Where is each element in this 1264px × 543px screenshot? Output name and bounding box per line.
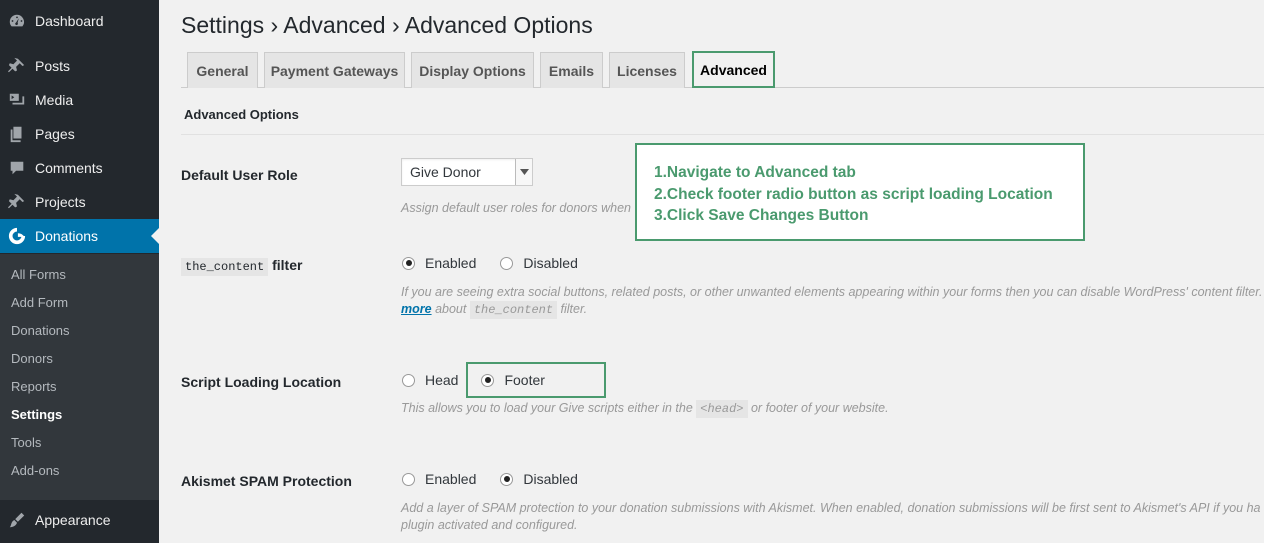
radio-label: Disabled	[523, 255, 578, 271]
akismet-description: Add a layer of SPAM protection to your d…	[401, 501, 1261, 515]
pin-icon	[8, 193, 26, 211]
radio-label: Disabled	[523, 471, 578, 487]
pages-icon	[8, 125, 26, 143]
akismet-description-2: plugin activated and configured.	[401, 518, 578, 532]
radio-label: Enabled	[425, 255, 477, 271]
script-location-head-radio[interactable]	[402, 373, 415, 387]
submenu-add-form[interactable]: Add Form	[11, 295, 68, 310]
submenu-tools[interactable]: Tools	[11, 435, 41, 450]
brush-icon	[8, 511, 26, 529]
submenu-reports[interactable]: Reports	[11, 379, 57, 394]
sidebar-item-comments[interactable]: Comments	[0, 151, 159, 185]
radio-label: Enabled	[425, 471, 477, 487]
desc-text: filter.	[560, 302, 588, 316]
donations-submenu: All Forms Add Form Donations Donors Repo…	[0, 254, 159, 500]
sidebar-item-appearance[interactable]: Appearance	[0, 503, 159, 537]
sidebar-item-dashboard[interactable]: Dashboard	[0, 4, 159, 38]
note-line-3: 3.Click Save Changes Button	[654, 207, 869, 224]
sidebar-item-label: Donations	[35, 228, 99, 244]
desc-text: This allows you to load your Give script…	[401, 401, 693, 415]
radio-label: Head	[425, 372, 459, 388]
dashboard-icon	[8, 12, 26, 30]
default-user-role-select[interactable]: Give Donor	[401, 158, 533, 186]
submenu-donors[interactable]: Donors	[11, 351, 53, 366]
script-location-description: This allows you to load your Give script…	[401, 400, 889, 418]
desc-text: or footer of your website.	[750, 401, 889, 415]
submenu-donations[interactable]: Donations	[11, 323, 70, 338]
sidebar-item-label: Projects	[35, 194, 86, 210]
sidebar-item-posts[interactable]: Posts	[0, 49, 159, 83]
sidebar-item-label: Media	[35, 92, 74, 108]
sidebar-item-label: Comments	[35, 160, 103, 176]
content-filter-disabled-radio[interactable]	[500, 256, 514, 270]
akismet-disabled-radio[interactable]	[500, 472, 514, 486]
default-user-role-description: Assign default user roles for donors whe…	[401, 201, 631, 215]
tab-licenses[interactable]: Licenses	[609, 52, 685, 88]
sidebar-item-media[interactable]: Media	[0, 83, 159, 117]
comments-icon	[8, 159, 26, 177]
tab-emails[interactable]: Emails	[540, 52, 603, 88]
read-more-link[interactable]: more	[401, 302, 432, 316]
section-divider	[181, 134, 1264, 135]
give-logo-icon	[8, 227, 26, 245]
sidebar-item-pages[interactable]: Pages	[0, 117, 159, 151]
select-value: Give Donor	[410, 164, 481, 180]
sidebar-item-projects[interactable]: Projects	[0, 185, 159, 219]
akismet-label: Akismet SPAM Protection	[181, 473, 352, 489]
desc-code: <head>	[696, 400, 748, 418]
instruction-note: 1.Navigate to Advanced tab 2.Check foote…	[635, 143, 1085, 241]
sidebar-item-donations[interactable]: Donations	[0, 219, 159, 253]
desc-code: the_content	[469, 301, 558, 319]
sidebar-item-label: Posts	[35, 58, 71, 74]
media-icon	[8, 91, 26, 109]
settings-tabs: General Payment Gateways Display Options…	[181, 51, 1264, 88]
tab-advanced[interactable]: Advanced	[692, 51, 775, 88]
chevron-down-icon	[515, 159, 532, 185]
section-title: Advanced Options	[184, 107, 299, 122]
akismet-radios: Enabled Disabled	[402, 471, 578, 487]
content-filter-radios: Enabled Disabled	[402, 255, 578, 271]
script-location-label: Script Loading Location	[181, 374, 342, 390]
tab-general[interactable]: General	[187, 52, 258, 88]
tab-display-options[interactable]: Display Options	[411, 52, 534, 88]
content-filter-description: If you are seeing extra social buttons, …	[401, 285, 1263, 299]
pin-icon	[8, 57, 26, 75]
sidebar-item-label: Appearance	[35, 512, 111, 528]
content-filter-enabled-radio[interactable]	[402, 256, 415, 270]
content-filter-label-text: filter	[272, 257, 303, 273]
default-user-role-label: Default User Role	[181, 167, 298, 183]
sidebar-item-label: Dashboard	[35, 13, 104, 29]
sidebar-item-label: Pages	[35, 126, 75, 142]
akismet-enabled-radio[interactable]	[402, 472, 415, 486]
content-filter-code: the_content	[181, 258, 269, 276]
content-filter-description-2: more about the_content filter.	[401, 301, 588, 319]
submenu-add-ons[interactable]: Add-ons	[11, 463, 59, 478]
note-line-2: 2.Check footer radio button as script lo…	[654, 185, 1053, 203]
submenu-settings[interactable]: Settings	[11, 407, 62, 422]
content-filter-label: the_content filter	[181, 257, 303, 276]
footer-highlight-box	[466, 362, 606, 398]
submenu-all-forms[interactable]: All Forms	[11, 267, 66, 282]
tab-payment-gateways[interactable]: Payment Gateways	[264, 52, 405, 88]
note-line-1: 1.Navigate to Advanced tab	[654, 164, 856, 181]
admin-sidebar: Dashboard Posts Media Pages Comments Pro…	[0, 0, 159, 543]
desc-text: about	[435, 302, 467, 316]
page-title: Settings › Advanced › Advanced Options	[181, 12, 593, 38]
